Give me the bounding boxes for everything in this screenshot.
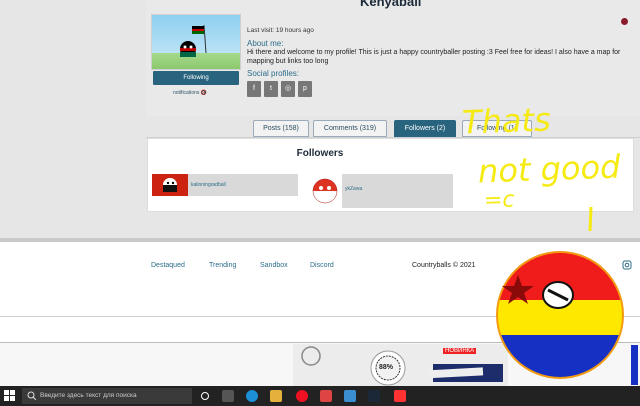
windows-start-icon[interactable] [4, 390, 16, 402]
countryball-drawing-icon [496, 251, 638, 385]
twitter-icon[interactable]: t [264, 81, 278, 97]
annotation-line1: Thats [461, 100, 552, 142]
about-heading: About me: [247, 39, 284, 48]
footer-link-discord[interactable]: Discord [310, 262, 334, 269]
mail-icon[interactable] [344, 390, 356, 402]
follower-name[interactable]: kalinningradball [191, 182, 226, 188]
opera-icon[interactable] [296, 390, 308, 402]
kenya-ball-avatar-icon [180, 24, 207, 57]
taskbar-search-input[interactable]: Введите здесь текст для поиска [22, 388, 192, 404]
notifications-toggle[interactable]: notifications 🔇 [173, 90, 207, 96]
yandex-icon[interactable] [394, 390, 406, 402]
profile-username: Kenyaball [360, 0, 422, 9]
pinterest-icon[interactable]: p [298, 81, 312, 97]
profile-tabs: Posts (158) Comments (319) Followers (2)… [146, 116, 640, 138]
ad-percent: 88% [379, 364, 394, 371]
facebook-icon[interactable]: f [247, 81, 261, 97]
page: Kenyaball Following notifications 🔇 Last… [0, 0, 640, 406]
footer-link-sandbox[interactable]: Sandbox [260, 262, 288, 269]
follower-card[interactable]: kalinningradball [152, 174, 298, 196]
instagram-icon[interactable]: ◎ [281, 81, 295, 97]
footer-link-destaqued[interactable]: Destaqued [151, 262, 185, 269]
status-dot [621, 18, 628, 25]
tab-comments[interactable]: Comments (319) [313, 120, 387, 137]
ad-badge: НОВИНКА [443, 348, 477, 354]
yandex-browser-icon[interactable] [320, 390, 332, 402]
last-visit: Last visit: 19 hours ago [247, 27, 314, 34]
annotation-line3: =c [483, 187, 515, 214]
social-heading: Social profiles: [247, 69, 300, 78]
copyright: Countryballs © 2021 [412, 262, 476, 269]
search-icon [27, 391, 36, 400]
footer-link-trending[interactable]: Trending [209, 262, 236, 269]
profile-avatar [151, 14, 241, 70]
annotation-mark [588, 206, 593, 232]
windows-taskbar: Введите здесь текст для поиска [0, 386, 640, 406]
widgets-icon[interactable] [222, 390, 234, 402]
explorer-icon[interactable] [270, 390, 282, 402]
edge-icon[interactable] [246, 390, 258, 402]
annotation-line2: not good [477, 147, 621, 191]
steam-icon[interactable] [368, 390, 380, 402]
follower-card[interactable]: ykZawa [308, 174, 453, 208]
tab-followers[interactable]: Followers (2) [394, 120, 456, 137]
following-button[interactable]: Following [153, 71, 239, 85]
follower-name[interactable]: ykZawa [345, 186, 362, 192]
social-links: f t ◎ p [247, 81, 312, 97]
ad-banner[interactable]: 88% НОВИНКА [293, 344, 508, 386]
about-text: Hi there and welcome to my profile! This… [247, 49, 621, 65]
follower-avatar-icon [152, 174, 188, 196]
task-view-icon[interactable] [200, 391, 210, 401]
follower-avatar-icon [308, 174, 342, 208]
tab-posts[interactable]: Posts (158) [253, 120, 309, 137]
